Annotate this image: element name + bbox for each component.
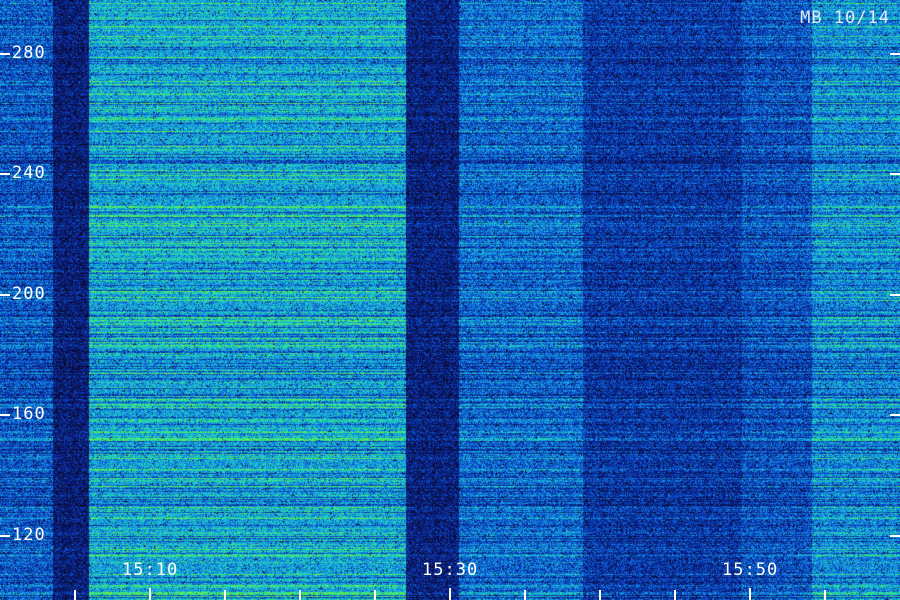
y-tick-280	[0, 53, 10, 55]
y-tick-label-200: 200	[12, 284, 46, 304]
y-tick-right-240	[890, 173, 900, 175]
spectrogram-chart: MB 10/14 280 240 200 160 120 15:10 15:30…	[0, 0, 900, 600]
y-tick-200	[0, 294, 10, 296]
x-tick	[599, 590, 601, 600]
x-tick	[299, 590, 301, 600]
y-tick-120	[0, 535, 10, 537]
x-tick	[374, 590, 376, 600]
chart-title: MB 10/14	[800, 8, 890, 28]
x-tick	[74, 590, 76, 600]
x-tick	[224, 590, 226, 600]
y-tick-160	[0, 414, 10, 416]
y-tick-label-280: 280	[12, 43, 46, 63]
x-tick-15-10	[149, 588, 151, 600]
y-tick-label-240: 240	[12, 163, 46, 183]
x-tick-label-15-10: 15:10	[122, 560, 179, 580]
spectrogram-plot-area	[0, 0, 900, 600]
y-tick-right-280	[890, 53, 900, 55]
y-tick-right-120	[890, 535, 900, 537]
y-tick-label-160: 160	[12, 404, 46, 424]
y-tick-label-120: 120	[12, 525, 46, 545]
x-tick	[674, 590, 676, 600]
y-tick-240	[0, 173, 10, 175]
x-tick	[524, 590, 526, 600]
x-tick-15-30	[449, 588, 451, 600]
y-tick-right-160	[890, 414, 900, 416]
x-tick-label-15-50: 15:50	[722, 560, 779, 580]
x-tick-15-50	[749, 588, 751, 600]
y-tick-right-200	[890, 294, 900, 296]
x-tick	[824, 590, 826, 600]
x-tick-label-15-30: 15:30	[422, 560, 479, 580]
